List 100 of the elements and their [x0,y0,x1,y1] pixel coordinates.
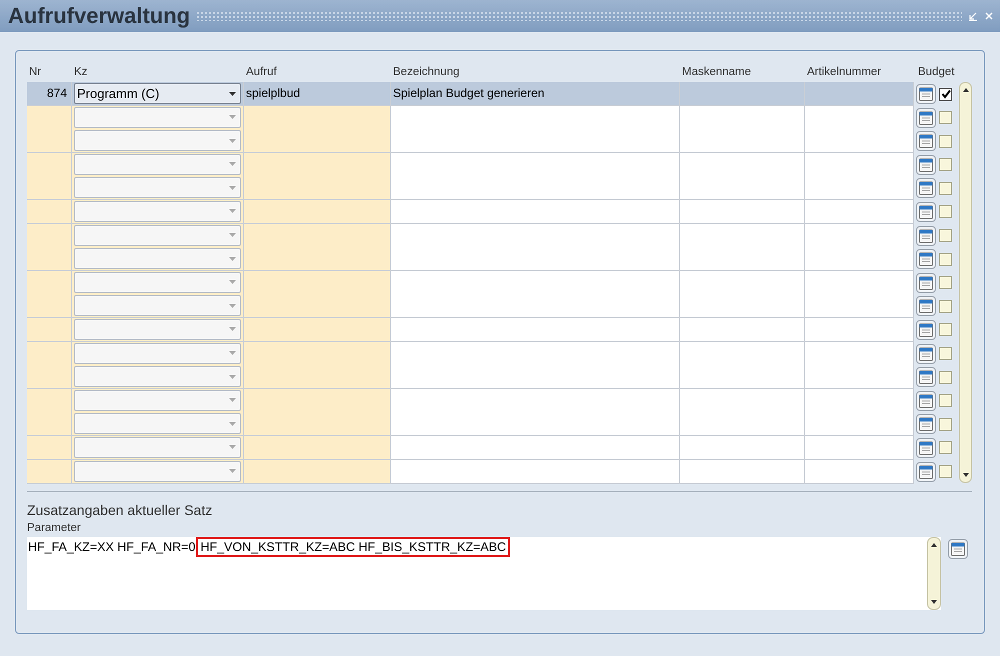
close-icon[interactable] [984,11,994,21]
scroll-up-icon[interactable] [929,541,939,550]
budget-checkbox[interactable] [939,394,952,408]
kz-dropdown[interactable] [74,272,241,293]
artikelnummer-cell[interactable] [805,342,914,366]
bezeichnung-cell[interactable] [391,388,680,413]
aufruf-cell[interactable] [244,294,391,318]
calendar-button[interactable] [916,296,936,316]
maskenname-cell[interactable] [680,436,805,460]
kz-dropdown[interactable] [74,154,241,175]
kz-dropdown[interactable] [74,106,241,128]
budget-checkbox[interactable] [939,205,952,218]
budget-checkbox[interactable] [939,465,952,478]
kz-dropdown[interactable] [74,413,241,434]
artikelnummer-cell[interactable] [805,82,914,106]
artikelnummer-cell[interactable] [805,200,914,224]
aufruf-cell[interactable] [244,460,391,484]
budget-checkbox[interactable] [939,134,952,148]
maskenname-cell[interactable] [680,176,805,200]
kz-dropdown[interactable] [74,200,241,222]
maskenname-cell[interactable] [680,412,805,436]
aufruf-cell[interactable] [244,342,391,366]
bezeichnung-cell[interactable] [391,224,680,248]
calendar-button[interactable] [916,84,936,104]
budget-checkbox[interactable] [939,111,952,124]
kz-dropdown[interactable] [74,366,241,388]
artikelnummer-cell[interactable] [805,224,914,248]
maskenname-cell[interactable] [680,270,805,295]
aufruf-cell[interactable] [244,176,391,200]
kz-dropdown[interactable] [74,295,241,316]
budget-checkbox[interactable] [939,252,952,266]
calendar-button[interactable] [916,390,936,411]
maskenname-cell[interactable] [680,106,805,130]
aufruf-cell[interactable] [244,388,391,413]
budget-checkbox[interactable] [939,88,952,100]
maskenname-cell[interactable] [680,318,805,342]
calendar-button[interactable] [948,539,968,560]
bezeichnung-cell[interactable] [391,342,680,366]
bezeichnung-cell[interactable] [391,200,680,224]
artikelnummer-cell[interactable] [805,412,914,436]
calendar-button[interactable] [916,154,936,175]
artikelnummer-cell[interactable] [805,106,914,130]
aufruf-cell[interactable] [244,224,391,248]
aufruf-cell[interactable] [244,318,391,342]
kz-dropdown[interactable] [74,390,241,411]
bezeichnung-cell[interactable] [391,129,680,154]
maskenname-cell[interactable] [680,294,805,318]
maskenname-cell[interactable] [680,388,805,413]
maskenname-cell[interactable] [680,247,805,272]
artikelnummer-cell[interactable] [805,460,914,484]
budget-checkbox[interactable] [939,370,952,384]
artikelnummer-cell[interactable] [805,388,914,413]
scroll-down-icon[interactable] [960,471,970,480]
maskenname-cell[interactable] [680,342,805,366]
calendar-button[interactable] [916,320,936,340]
artikelnummer-cell[interactable] [805,176,914,200]
kz-dropdown[interactable] [74,130,241,152]
minimize-icon[interactable] [968,11,978,21]
budget-checkbox[interactable] [939,158,952,172]
bezeichnung-cell[interactable] [391,412,680,436]
budget-checkbox[interactable] [939,229,952,242]
bezeichnung-cell[interactable] [391,365,680,390]
maskenname-cell[interactable] [680,224,805,248]
calendar-button[interactable] [916,367,936,388]
bezeichnung-cell[interactable] [391,294,680,318]
aufruf-cell[interactable] [244,365,391,390]
kz-dropdown[interactable]: Programm (C) [74,83,241,104]
kz-dropdown[interactable] [74,342,241,364]
bezeichnung-cell[interactable] [391,247,680,272]
artikelnummer-cell[interactable] [805,270,914,295]
bezeichnung-cell[interactable] [391,460,680,484]
aufruf-cell[interactable]: spielplbud [244,82,391,106]
kz-dropdown[interactable] [74,177,241,198]
calendar-button[interactable] [916,344,936,364]
artikelnummer-cell[interactable] [805,152,914,177]
artikelnummer-cell[interactable] [805,436,914,460]
kz-dropdown[interactable] [74,436,241,458]
scroll-up-icon[interactable] [960,86,970,94]
bezeichnung-cell[interactable]: Spielplan Budget generieren [391,82,680,106]
artikelnummer-cell[interactable] [805,247,914,272]
table-row[interactable]: 874 Programm (C) spielplbud Spielplan Budget generieren [27,82,958,106]
calendar-button[interactable] [916,272,936,293]
aufruf-cell[interactable] [244,152,391,177]
maskenname-cell[interactable] [680,129,805,154]
calendar-button[interactable] [916,108,936,128]
budget-checkbox[interactable] [939,347,952,360]
calendar-button[interactable] [916,131,936,152]
aufruf-cell[interactable] [244,436,391,460]
artikelnummer-cell[interactable] [805,365,914,390]
parameter-field[interactable]: HF_FA_KZ=XX HF_FA_NR=0 HF_VON_KSTTR_KZ=ABC HF_BIS_KSTTR_KZ=ABC [27,537,941,610]
bezeichnung-cell[interactable] [391,152,680,177]
maskenname-cell[interactable] [680,200,805,224]
aufruf-cell[interactable] [244,412,391,436]
calendar-button[interactable] [916,414,936,434]
kz-dropdown[interactable] [74,318,241,340]
artikelnummer-cell[interactable] [805,294,914,318]
budget-checkbox[interactable] [939,182,952,195]
calendar-button[interactable] [916,438,936,458]
maskenname-cell[interactable] [680,82,805,106]
kz-dropdown[interactable] [74,248,241,270]
